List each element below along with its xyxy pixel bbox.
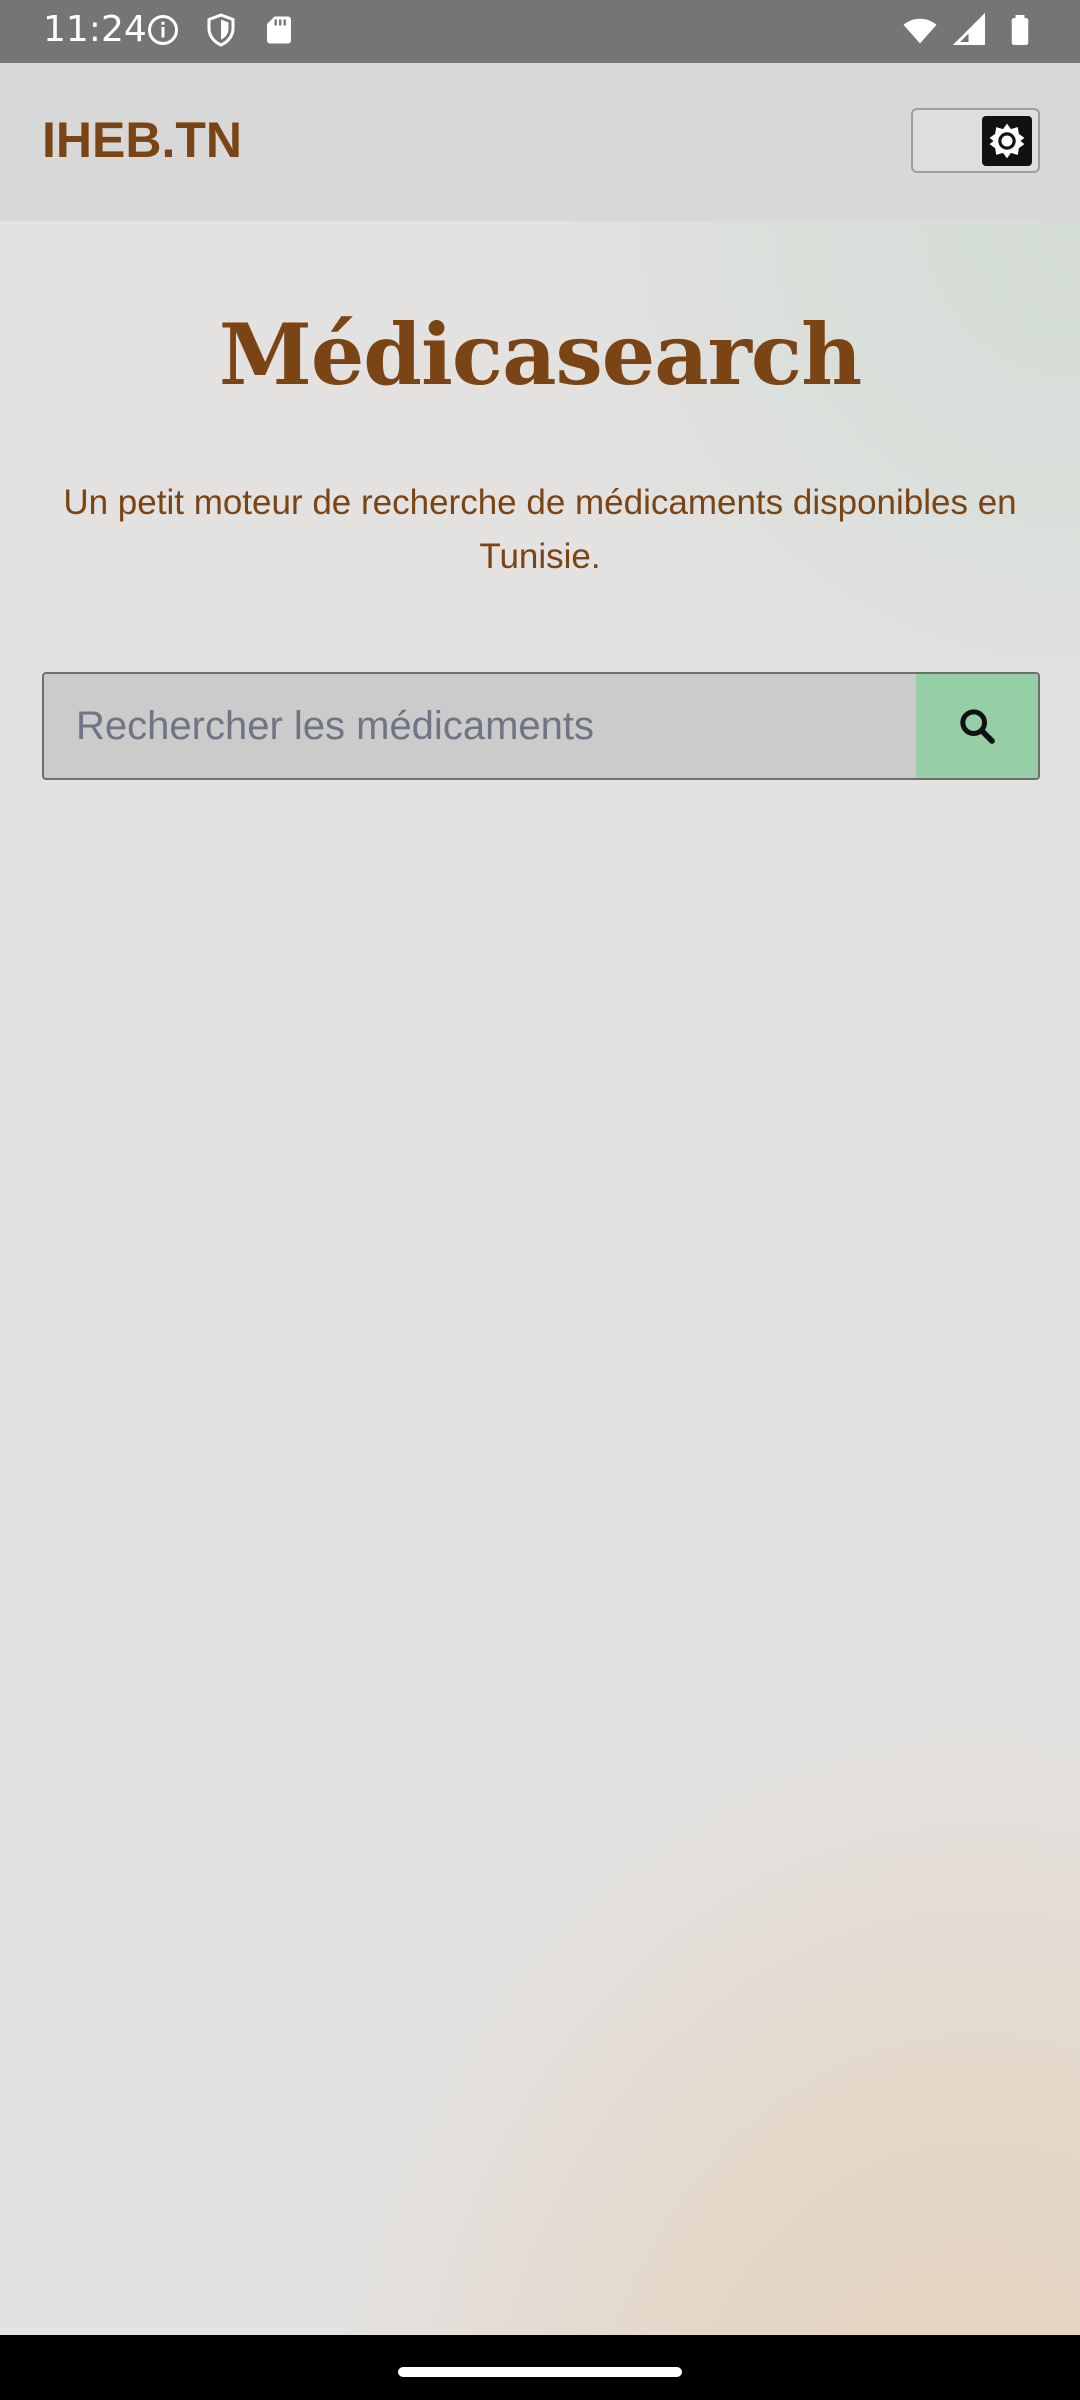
page-title: Médicasearch [218,305,862,404]
search-input[interactable] [44,674,916,778]
status-right-icons [902,12,1038,48]
main-content: Médicasearch Un petit moteur de recherch… [0,221,1080,2335]
shield-icon [207,13,235,47]
toggle-knob [982,116,1032,166]
status-time: 11:24 [43,9,147,50]
sd-card-icon [267,16,291,44]
search-form [42,672,1040,780]
status-left-icons [145,12,297,48]
wifi-icon [903,18,937,44]
battery-icon [1011,15,1029,45]
theme-toggle[interactable] [911,108,1040,173]
search-button[interactable] [916,674,1038,778]
app-header: IHEB.TN [0,63,1080,221]
info-icon [148,15,178,45]
navigation-bar [0,2335,1080,2400]
search-icon [960,709,995,744]
home-gesture-handle[interactable] [398,2367,682,2377]
status-bar: 11:24 [0,0,1080,63]
brand-link[interactable]: IHEB.TN [42,111,242,169]
signal-icon [952,12,985,45]
gear-icon [989,123,1025,159]
page-subtitle: Un petit moteur de recherche de médicame… [63,483,1017,576]
